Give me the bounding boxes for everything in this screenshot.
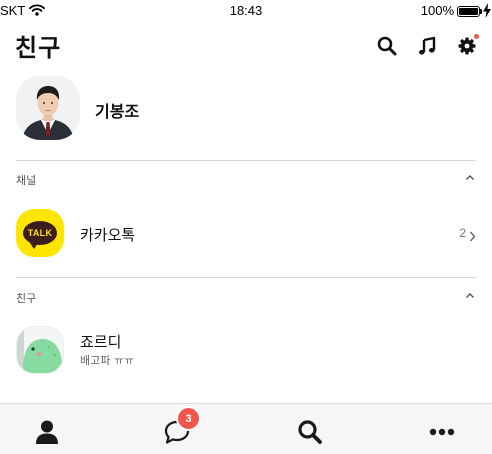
battery-tip — [480, 9, 482, 14]
kakaotalk-logo: TALK — [16, 209, 64, 257]
search-button[interactable] — [375, 34, 399, 58]
chevron-up-icon — [466, 174, 474, 180]
app-header: 친구 — [0, 22, 492, 70]
profile-divider — [16, 160, 476, 161]
my-profile-name: 기봉조 — [95, 102, 140, 121]
person-icon — [36, 420, 58, 444]
friend-avatar[interactable] — [16, 326, 64, 374]
page-title: 친구 — [15, 34, 62, 62]
friends-section-label: 친구 — [16, 292, 37, 305]
music-note-icon — [419, 36, 436, 55]
my-profile-avatar[interactable] — [16, 76, 80, 140]
channel-row-kakaotalk[interactable]: TALK 카카오톡 2 — [16, 209, 476, 259]
gear-icon — [458, 37, 476, 55]
more-dots-icon — [429, 428, 455, 436]
more-tab[interactable] — [428, 418, 456, 446]
friend-row[interactable]: 죠르디 배고파 ㅠㅠ — [16, 326, 476, 376]
channel-name: 카카오톡 — [80, 226, 136, 244]
battery-icon — [457, 6, 480, 17]
chevron-up-icon — [466, 292, 474, 298]
talk-bubble-tail — [30, 243, 38, 249]
settings-button[interactable] — [455, 34, 479, 58]
channel-collapse-button[interactable] — [463, 170, 477, 184]
chats-unread-badge: 3 — [176, 406, 201, 431]
status-bar: SKT 18:43 100% — [0, 0, 492, 22]
battery-percent: 100% — [420, 3, 454, 18]
settings-new-dot — [474, 34, 479, 39]
charging-bolt-icon — [483, 3, 491, 22]
channel-divider — [16, 277, 476, 278]
friends-collapse-button[interactable] — [463, 288, 477, 302]
clock: 18:43 — [229, 3, 263, 18]
music-button[interactable] — [415, 34, 439, 58]
chevron-right-icon — [469, 227, 476, 246]
friend-name: 죠르디 — [80, 333, 122, 351]
talk-logo-text: TALK — [27, 228, 53, 238]
search-icon — [377, 36, 397, 56]
bottom-tab-bar — [0, 403, 492, 454]
search-icon — [298, 420, 322, 444]
talk-speech-bubble: TALK — [23, 221, 57, 249]
friends-tab[interactable] — [33, 418, 61, 446]
search-tab[interactable] — [296, 418, 324, 446]
friend-status-message: 배고파 ㅠㅠ — [80, 354, 135, 367]
channel-section-label: 채널 — [16, 174, 37, 187]
channel-count: 2 — [459, 226, 466, 240]
my-profile-row[interactable]: 기봉조 — [16, 76, 476, 142]
